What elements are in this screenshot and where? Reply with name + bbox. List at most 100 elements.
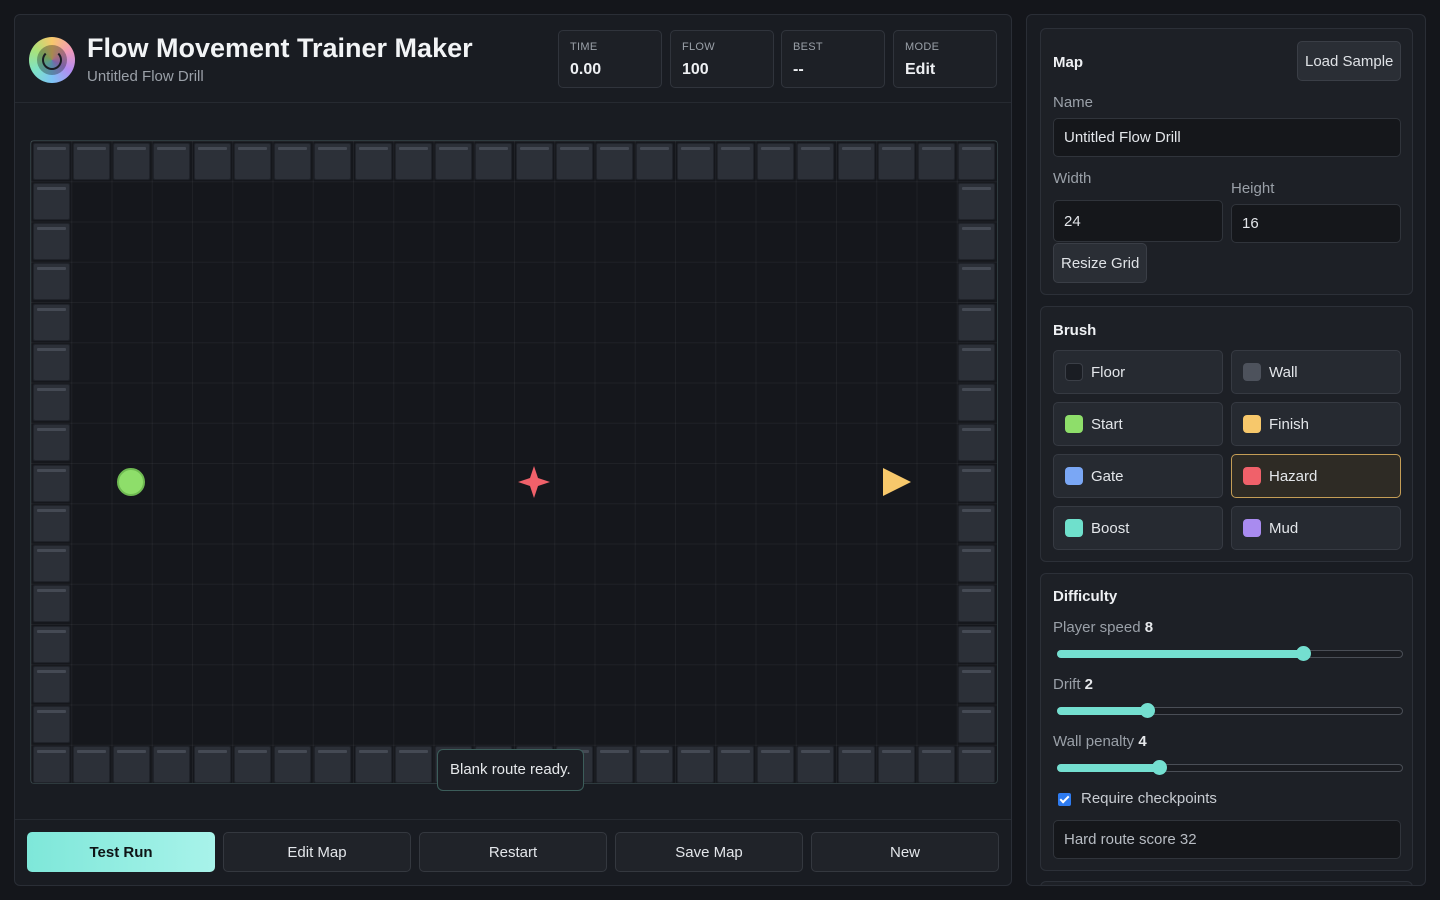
- wall-tile[interactable]: [475, 142, 513, 180]
- wall-tile[interactable]: [918, 142, 955, 180]
- wall-tile[interactable]: [32, 142, 70, 180]
- wall-tile[interactable]: [716, 746, 754, 784]
- wall-tile[interactable]: [72, 746, 110, 784]
- load-sample-button[interactable]: Load Sample: [1297, 41, 1402, 81]
- wall-tile[interactable]: [32, 263, 70, 301]
- wall-tile[interactable]: [958, 585, 996, 623]
- wall-tile[interactable]: [32, 424, 70, 462]
- require-checkpoints-checkbox[interactable]: [1058, 793, 1071, 806]
- wall-tile[interactable]: [193, 142, 231, 180]
- wall-tile[interactable]: [113, 142, 150, 180]
- wall-tile[interactable]: [354, 746, 392, 784]
- wall-tile[interactable]: [958, 182, 996, 220]
- wall-tile[interactable]: [32, 545, 70, 582]
- wall-tile[interactable]: [596, 746, 633, 784]
- restart-button[interactable]: Restart: [419, 832, 607, 872]
- brush-start[interactable]: Start: [1053, 402, 1223, 446]
- save-map-button[interactable]: Save Map: [615, 832, 803, 872]
- wall-tile[interactable]: [32, 504, 70, 542]
- height-input[interactable]: [1231, 204, 1401, 243]
- slider-thumb[interactable]: [1295, 646, 1311, 661]
- wall-tile[interactable]: [837, 746, 875, 784]
- wall-tile[interactable]: [233, 746, 271, 784]
- wall-tile[interactable]: [354, 142, 392, 180]
- wall-tile[interactable]: [32, 665, 70, 703]
- wall-tile[interactable]: [636, 142, 674, 180]
- slider-thumb[interactable]: [1152, 760, 1168, 775]
- wall-tile[interactable]: [113, 746, 150, 784]
- wall-tile[interactable]: [958, 746, 996, 784]
- wall-tile[interactable]: [596, 142, 633, 180]
- wall-tile[interactable]: [32, 746, 70, 784]
- wall-tile[interactable]: [314, 142, 352, 180]
- wall-tile[interactable]: [716, 142, 754, 180]
- brush-gate[interactable]: Gate: [1053, 454, 1223, 498]
- wall-tile[interactable]: [958, 384, 996, 421]
- new-map-button[interactable]: New: [811, 832, 999, 872]
- player-speed-slider[interactable]: [1057, 646, 1403, 661]
- test-run-button[interactable]: Test Run: [27, 832, 215, 872]
- wall-tile[interactable]: [958, 665, 996, 703]
- wall-tile[interactable]: [32, 182, 70, 220]
- wall-tile[interactable]: [72, 142, 110, 180]
- wall-tile[interactable]: [958, 504, 996, 542]
- wall-tile[interactable]: [837, 142, 875, 180]
- wall-tile[interactable]: [314, 746, 352, 784]
- wall-tile[interactable]: [757, 142, 794, 180]
- wall-tile[interactable]: [636, 746, 674, 784]
- wall-tile[interactable]: [958, 142, 996, 180]
- start-marker[interactable]: [117, 468, 145, 496]
- resize-grid-button[interactable]: Resize Grid: [1053, 243, 1148, 283]
- brush-floor[interactable]: Floor: [1053, 350, 1223, 394]
- wall-tile[interactable]: [193, 746, 231, 784]
- wall-tile[interactable]: [958, 706, 996, 743]
- map-name-input[interactable]: [1053, 118, 1401, 157]
- wall-tile[interactable]: [32, 706, 70, 743]
- wall-tile[interactable]: [958, 545, 996, 582]
- wall-tile[interactable]: [958, 263, 996, 301]
- brush-finish[interactable]: Finish: [1231, 402, 1401, 446]
- wall-tile[interactable]: [958, 464, 996, 502]
- hazard-marker[interactable]: [517, 465, 551, 499]
- wall-tile[interactable]: [274, 746, 311, 784]
- brush-hazard[interactable]: Hazard: [1231, 454, 1401, 498]
- wall-tile[interactable]: [555, 142, 593, 180]
- wall-tile[interactable]: [32, 223, 70, 260]
- slider-thumb[interactable]: [1139, 703, 1155, 718]
- wall-tile[interactable]: [958, 223, 996, 260]
- wall-tile[interactable]: [394, 746, 432, 784]
- wall-tile[interactable]: [676, 142, 714, 180]
- wall-tile[interactable]: [958, 303, 996, 341]
- wall-tile[interactable]: [757, 746, 794, 784]
- drift-slider[interactable]: [1057, 703, 1403, 718]
- wall-tile[interactable]: [32, 343, 70, 381]
- wall-tile[interactable]: [394, 142, 432, 180]
- wall-tile[interactable]: [958, 343, 996, 381]
- finish-marker[interactable]: [881, 466, 913, 498]
- wall-tile[interactable]: [797, 142, 835, 180]
- wall-tile[interactable]: [274, 142, 311, 180]
- edit-map-button[interactable]: Edit Map: [223, 832, 411, 872]
- brush-wall[interactable]: Wall: [1231, 350, 1401, 394]
- width-input[interactable]: [1053, 200, 1223, 242]
- wall-tile[interactable]: [32, 585, 70, 623]
- wall-tile[interactable]: [877, 746, 915, 784]
- wall-tile[interactable]: [32, 384, 70, 421]
- wall-tile[interactable]: [958, 424, 996, 462]
- wall-tile[interactable]: [797, 746, 835, 784]
- map-grid-canvas[interactable]: [30, 140, 998, 784]
- wall-tile[interactable]: [515, 142, 553, 180]
- wall-tile[interactable]: [676, 746, 714, 784]
- wall-tile[interactable]: [435, 142, 472, 180]
- wall-tile[interactable]: [877, 142, 915, 180]
- wall-tile[interactable]: [233, 142, 271, 180]
- brush-mud[interactable]: Mud: [1231, 506, 1401, 550]
- brush-boost[interactable]: Boost: [1053, 506, 1223, 550]
- wall-tile[interactable]: [32, 464, 70, 502]
- wall-tile[interactable]: [32, 303, 70, 341]
- wall-tile[interactable]: [153, 746, 191, 784]
- wall-tile[interactable]: [958, 625, 996, 663]
- wall-tile[interactable]: [32, 625, 70, 663]
- wall-penalty-slider[interactable]: [1057, 760, 1403, 775]
- wall-tile[interactable]: [918, 746, 955, 784]
